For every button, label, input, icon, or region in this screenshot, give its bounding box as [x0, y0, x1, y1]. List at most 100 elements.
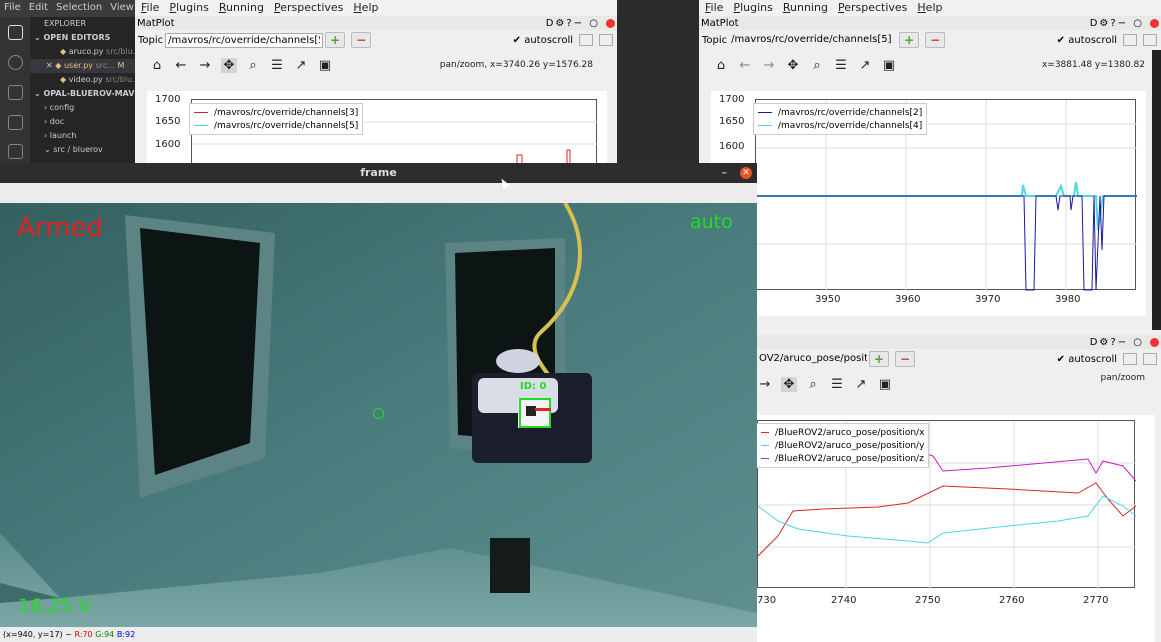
vs-menu-file[interactable]: File	[4, 2, 21, 15]
pause-icon[interactable]	[1123, 34, 1137, 46]
pause-icon[interactable]	[1123, 353, 1137, 365]
legend-entry: /BlueROV2/aruco_pose/position/x	[761, 426, 924, 439]
configure-icon[interactable]: ☰	[269, 58, 285, 73]
folder-config[interactable]: › config	[30, 101, 135, 115]
rqt-plot-pose-window: D⚙?− ○ OV2/aruco_pose/position + − ✔ aut…	[740, 335, 1161, 642]
plot-right-toolbar: ⌂ ← → ✥ ⌕ ☰ ↗ ▣ x=3881.48 y=1380.82	[699, 54, 1161, 76]
folder-launch[interactable]: › launch	[30, 129, 135, 143]
frame-toolbar-area	[0, 183, 757, 203]
x-tick-3970: 3970	[975, 294, 1001, 305]
target-circle	[373, 408, 384, 419]
plot-right-canvas[interactable]: 1700 1650 1600 3950 3960 3970 3980 /mavr…	[711, 91, 1146, 316]
coords-readout: x=3881.48 y=1380.82	[1041, 60, 1145, 70]
topic-input[interactable]: /mavros/rc/override/channels[5]	[729, 33, 897, 48]
clear-icon[interactable]	[1143, 353, 1157, 365]
close-icon[interactable]	[1150, 18, 1159, 28]
autoscroll-checkbox[interactable]: ✔ autoscroll	[513, 35, 573, 46]
save-icon[interactable]: ▣	[317, 58, 333, 73]
pan-icon[interactable]: ✥	[221, 57, 237, 73]
minimize-icon[interactable]: –	[722, 163, 728, 183]
topic-input[interactable]: OV2/aruco_pose/position	[757, 352, 867, 367]
flight-mode-text: auto	[690, 211, 733, 233]
forward-icon[interactable]: →	[761, 58, 777, 73]
clear-icon[interactable]	[599, 34, 613, 46]
close-icon[interactable]	[606, 18, 615, 28]
menu-perspectives[interactable]: Perspectives	[274, 1, 343, 15]
pan-icon[interactable]: ✥	[781, 376, 797, 392]
menu-running[interactable]: Running	[219, 1, 264, 15]
close-icon[interactable]: ✕	[740, 167, 752, 179]
menu-file[interactable]: File	[141, 1, 159, 15]
close-icon[interactable]	[1150, 337, 1159, 347]
home-icon[interactable]: ⌂	[713, 58, 729, 73]
axes-edit-icon[interactable]: ↗	[293, 58, 309, 73]
series-pose-x-line	[758, 482, 1136, 557]
zoom-icon[interactable]: ⌕	[805, 377, 821, 392]
open-file-aruco[interactable]: ◆ aruco.py src/blu...	[30, 45, 135, 59]
frame-status-bar: (x=940, y=17) ~ R:70 G:94 B:92	[0, 627, 757, 642]
forward-icon[interactable]: →	[197, 58, 213, 73]
menu-help[interactable]: Help	[353, 1, 378, 15]
run-debug-icon[interactable]	[8, 115, 23, 130]
menu-running[interactable]: Running	[783, 1, 828, 15]
plot-pose-canvas[interactable]: /BlueROV2/aruco_pose/position/x /BlueROV…	[757, 415, 1155, 642]
vs-menu-edit[interactable]: Edit	[29, 2, 48, 15]
pixel-red: R:70	[74, 630, 93, 639]
open-file-video[interactable]: ◆ video.py src/blu...	[30, 73, 135, 87]
series-channels4-line	[756, 181, 1137, 231]
autoscroll-checkbox[interactable]: ✔ autoscroll	[1057, 35, 1117, 46]
menu-plugins[interactable]: Plugins	[733, 1, 772, 15]
plot-left-canvas[interactable]: 1700 1650 1600 /mavros/rc/override/chann…	[147, 91, 607, 170]
add-topic-button[interactable]: +	[869, 351, 889, 367]
plot-right-titlebar: MatPlot D⚙?− ○	[699, 16, 1161, 30]
open-editors-header[interactable]: ⌄ OPEN EDITORS	[30, 31, 135, 45]
legend-swatch	[758, 111, 772, 114]
add-topic-button[interactable]: +	[899, 32, 920, 48]
extensions-icon[interactable]	[8, 144, 23, 159]
save-icon[interactable]: ▣	[877, 377, 893, 392]
x-tick-3960: 3960	[895, 294, 921, 305]
vs-menu-selection[interactable]: Selection	[56, 2, 102, 15]
pause-icon[interactable]	[579, 34, 593, 46]
add-topic-button[interactable]: +	[325, 32, 346, 48]
source-control-icon[interactable]	[8, 85, 23, 100]
menu-perspectives[interactable]: Perspectives	[838, 1, 907, 15]
menu-help[interactable]: Help	[917, 1, 942, 15]
axes-edit-icon[interactable]: ↗	[853, 377, 869, 392]
autoscroll-checkbox[interactable]: ✔ autoscroll	[1057, 354, 1117, 365]
dock-buttons-icon[interactable]: D⚙?− ○	[1090, 337, 1144, 348]
x-tick-730: 730	[757, 595, 777, 606]
dock-buttons-icon[interactable]: D⚙?− ○	[546, 18, 600, 29]
configure-icon[interactable]: ☰	[829, 377, 845, 392]
forward-icon[interactable]: →	[757, 377, 773, 392]
pan-icon[interactable]: ✥	[785, 58, 801, 73]
vs-menu-view[interactable]: View	[110, 2, 134, 15]
topic-input[interactable]	[165, 32, 324, 48]
zoom-icon[interactable]: ⌕	[245, 58, 261, 73]
menu-file[interactable]: File	[705, 1, 723, 15]
back-icon[interactable]: ←	[737, 58, 753, 73]
project-header[interactable]: ⌄ OPAL-BLUEROV-MAVROS	[30, 87, 135, 101]
explorer-icon[interactable]	[8, 25, 23, 40]
open-file-user[interactable]: ✕ ◆ user.py src... M	[30, 59, 135, 73]
frame-titlebar[interactable]: frame – ✕	[0, 163, 757, 183]
clear-icon[interactable]	[1143, 34, 1157, 46]
remove-topic-button[interactable]: −	[925, 32, 946, 48]
menu-plugins[interactable]: Plugins	[169, 1, 208, 15]
y-tick-1700: 1700	[155, 94, 181, 105]
dock-buttons-icon[interactable]: D⚙?− ○	[1090, 18, 1144, 29]
home-icon[interactable]: ⌂	[149, 58, 165, 73]
back-icon[interactable]: ←	[173, 58, 189, 73]
axes-edit-icon[interactable]: ↗	[857, 58, 873, 73]
camera-feed[interactable]: Armed auto 16.25 V ID: 0	[0, 203, 757, 627]
folder-doc[interactable]: › doc	[30, 115, 135, 129]
configure-icon[interactable]: ☰	[833, 58, 849, 73]
remove-topic-button[interactable]: −	[895, 351, 915, 367]
remove-topic-button[interactable]: −	[351, 32, 372, 48]
search-icon[interactable]	[8, 55, 23, 70]
y-tick-1600: 1600	[719, 141, 745, 152]
plot-pose-toolbar: → ✥ ⌕ ☰ ↗ ▣ pan/zoom	[740, 373, 1161, 395]
save-icon[interactable]: ▣	[881, 58, 897, 73]
zoom-icon[interactable]: ⌕	[809, 58, 825, 73]
folder-src-bluerov[interactable]: ⌄ src / bluerov	[30, 143, 135, 157]
